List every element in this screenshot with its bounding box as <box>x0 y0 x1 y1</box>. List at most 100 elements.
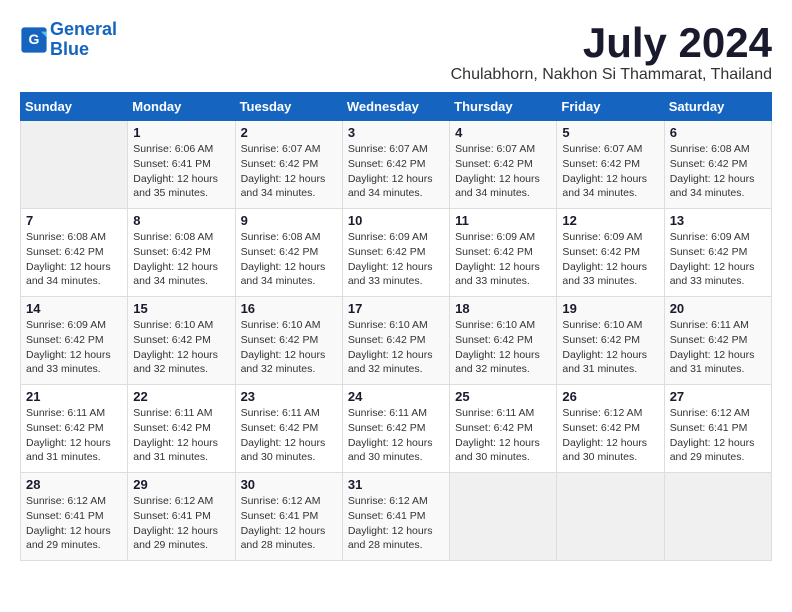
header-day-monday: Monday <box>128 93 235 121</box>
calendar-cell: 23Sunrise: 6:11 AM Sunset: 6:42 PM Dayli… <box>235 385 342 473</box>
day-info: Sunrise: 6:12 AM Sunset: 6:41 PM Dayligh… <box>348 494 444 553</box>
svg-text:G: G <box>29 31 40 47</box>
day-number: 24 <box>348 389 444 404</box>
month-title: July 2024 <box>451 20 772 66</box>
day-info: Sunrise: 6:09 AM Sunset: 6:42 PM Dayligh… <box>26 318 122 377</box>
day-info: Sunrise: 6:12 AM Sunset: 6:41 PM Dayligh… <box>26 494 122 553</box>
day-info: Sunrise: 6:10 AM Sunset: 6:42 PM Dayligh… <box>133 318 229 377</box>
calendar-header: SundayMondayTuesdayWednesdayThursdayFrid… <box>21 93 772 121</box>
day-number: 30 <box>241 477 337 492</box>
day-number: 8 <box>133 213 229 228</box>
day-number: 16 <box>241 301 337 316</box>
day-info: Sunrise: 6:11 AM Sunset: 6:42 PM Dayligh… <box>670 318 766 377</box>
day-info: Sunrise: 6:11 AM Sunset: 6:42 PM Dayligh… <box>133 406 229 465</box>
calendar-cell: 14 Sunrise: 6:09 AM Sunset: 6:42 PM Dayli… <box>21 297 128 385</box>
calendar-cell: 25 Sunrise: 6:11 AM Sunset: 6:42 PM Dayli… <box>450 385 557 473</box>
day-info: Sunrise: 6:08 AM Sunset: 6:42 PM Dayligh… <box>133 230 229 289</box>
day-number: 25 <box>455 389 551 404</box>
day-info: Sunrise: 6:11 AM Sunset: 6:42 PM Dayligh… <box>455 406 551 465</box>
day-number: 9 <box>241 213 337 228</box>
day-info: Sunrise: 6:12 AM Sunset: 6:42 PM Dayligh… <box>562 406 658 465</box>
week-row-5: 28 Sunrise: 6:12 AM Sunset: 6:41 PM Dayli… <box>21 473 772 561</box>
day-info: Sunrise: 6:08 AM Sunset: 6:42 PM Dayligh… <box>26 230 122 289</box>
day-info: Sunrise: 6:10 AM Sunset: 6:42 PM Dayligh… <box>455 318 551 377</box>
calendar-cell <box>21 121 128 209</box>
day-info: Sunrise: 6:07 AM Sunset: 6:42 PM Dayligh… <box>562 142 658 201</box>
calendar-cell: 21Sunrise: 6:11 AM Sunset: 6:42 PM Dayli… <box>21 385 128 473</box>
day-info: Sunrise: 6:11 AM Sunset: 6:42 PM Dayligh… <box>348 406 444 465</box>
day-number: 13 <box>670 213 766 228</box>
logo-line2: Blue <box>50 39 89 59</box>
week-row-1: 1 Sunrise: 6:06 AM Sunset: 6:41 PM Daylig… <box>21 121 772 209</box>
calendar-cell: 27 Sunrise: 6:12 AM Sunset: 6:41 PM Dayli… <box>664 385 771 473</box>
day-info: Sunrise: 6:09 AM Sunset: 6:42 PM Dayligh… <box>455 230 551 289</box>
header-day-thursday: Thursday <box>450 93 557 121</box>
page-header: G General Blue July 2024 Chulabhorn, Nak… <box>20 20 772 84</box>
day-info: Sunrise: 6:12 AM Sunset: 6:41 PM Dayligh… <box>133 494 229 553</box>
day-number: 12 <box>562 213 658 228</box>
day-info: Sunrise: 6:09 AM Sunset: 6:42 PM Dayligh… <box>562 230 658 289</box>
calendar-cell <box>450 473 557 561</box>
calendar-cell <box>664 473 771 561</box>
calendar-cell <box>557 473 664 561</box>
day-number: 28 <box>26 477 122 492</box>
day-number: 22 <box>133 389 229 404</box>
day-number: 19 <box>562 301 658 316</box>
calendar-cell: 20 Sunrise: 6:11 AM Sunset: 6:42 PM Dayli… <box>664 297 771 385</box>
calendar-cell: 24 Sunrise: 6:11 AM Sunset: 6:42 PM Dayli… <box>342 385 449 473</box>
calendar-cell: 19 Sunrise: 6:10 AM Sunset: 6:42 PM Dayli… <box>557 297 664 385</box>
day-number: 27 <box>670 389 766 404</box>
day-number: 20 <box>670 301 766 316</box>
logo-icon: G <box>20 26 48 54</box>
day-info: Sunrise: 6:10 AM Sunset: 6:42 PM Dayligh… <box>241 318 337 377</box>
day-number: 14 <box>26 301 122 316</box>
calendar-cell: 18Sunrise: 6:10 AM Sunset: 6:42 PM Dayli… <box>450 297 557 385</box>
week-row-2: 7 Sunrise: 6:08 AM Sunset: 6:42 PM Daylig… <box>21 209 772 297</box>
calendar-body: 1 Sunrise: 6:06 AM Sunset: 6:41 PM Daylig… <box>21 121 772 561</box>
day-info: Sunrise: 6:08 AM Sunset: 6:42 PM Dayligh… <box>241 230 337 289</box>
day-number: 3 <box>348 125 444 140</box>
day-number: 2 <box>241 125 337 140</box>
calendar-cell: 1 Sunrise: 6:06 AM Sunset: 6:41 PM Daylig… <box>128 121 235 209</box>
calendar-cell: 28 Sunrise: 6:12 AM Sunset: 6:41 PM Dayli… <box>21 473 128 561</box>
day-info: Sunrise: 6:10 AM Sunset: 6:42 PM Dayligh… <box>348 318 444 377</box>
calendar-cell: 3 Sunrise: 6:07 AM Sunset: 6:42 PM Daylig… <box>342 121 449 209</box>
title-block: July 2024 Chulabhorn, Nakhon Si Thammara… <box>451 20 772 84</box>
logo-text: General Blue <box>50 20 117 60</box>
header-day-wednesday: Wednesday <box>342 93 449 121</box>
calendar-cell: 10 Sunrise: 6:09 AM Sunset: 6:42 PM Dayli… <box>342 209 449 297</box>
header-day-friday: Friday <box>557 93 664 121</box>
day-number: 29 <box>133 477 229 492</box>
day-number: 1 <box>133 125 229 140</box>
header-day-tuesday: Tuesday <box>235 93 342 121</box>
day-number: 7 <box>26 213 122 228</box>
day-number: 5 <box>562 125 658 140</box>
logo-line1: General <box>50 19 117 39</box>
day-number: 23 <box>241 389 337 404</box>
day-number: 31 <box>348 477 444 492</box>
day-info: Sunrise: 6:10 AM Sunset: 6:42 PM Dayligh… <box>562 318 658 377</box>
calendar-cell: 6Sunrise: 6:08 AM Sunset: 6:42 PM Daylig… <box>664 121 771 209</box>
calendar-cell: 22 Sunrise: 6:11 AM Sunset: 6:42 PM Dayli… <box>128 385 235 473</box>
day-info: Sunrise: 6:12 AM Sunset: 6:41 PM Dayligh… <box>670 406 766 465</box>
day-info: Sunrise: 6:11 AM Sunset: 6:42 PM Dayligh… <box>26 406 122 465</box>
header-day-sunday: Sunday <box>21 93 128 121</box>
day-info: Sunrise: 6:07 AM Sunset: 6:42 PM Dayligh… <box>348 142 444 201</box>
day-number: 15 <box>133 301 229 316</box>
day-info: Sunrise: 6:07 AM Sunset: 6:42 PM Dayligh… <box>455 142 551 201</box>
calendar-cell: 5 Sunrise: 6:07 AM Sunset: 6:42 PM Daylig… <box>557 121 664 209</box>
day-number: 11 <box>455 213 551 228</box>
calendar-cell: 7 Sunrise: 6:08 AM Sunset: 6:42 PM Daylig… <box>21 209 128 297</box>
day-number: 10 <box>348 213 444 228</box>
subtitle: Chulabhorn, Nakhon Si Thammarat, Thailan… <box>451 66 772 84</box>
day-number: 26 <box>562 389 658 404</box>
day-info: Sunrise: 6:12 AM Sunset: 6:41 PM Dayligh… <box>241 494 337 553</box>
day-info: Sunrise: 6:09 AM Sunset: 6:42 PM Dayligh… <box>348 230 444 289</box>
calendar-cell: 16 Sunrise: 6:10 AM Sunset: 6:42 PM Dayli… <box>235 297 342 385</box>
calendar-cell: 4Sunrise: 6:07 AM Sunset: 6:42 PM Daylig… <box>450 121 557 209</box>
calendar-cell: 31 Sunrise: 6:12 AM Sunset: 6:41 PM Dayli… <box>342 473 449 561</box>
day-info: Sunrise: 6:06 AM Sunset: 6:41 PM Dayligh… <box>133 142 229 201</box>
day-info: Sunrise: 6:08 AM Sunset: 6:42 PM Dayligh… <box>670 142 766 201</box>
calendar-cell: 8 Sunrise: 6:08 AM Sunset: 6:42 PM Daylig… <box>128 209 235 297</box>
day-info: Sunrise: 6:09 AM Sunset: 6:42 PM Dayligh… <box>670 230 766 289</box>
